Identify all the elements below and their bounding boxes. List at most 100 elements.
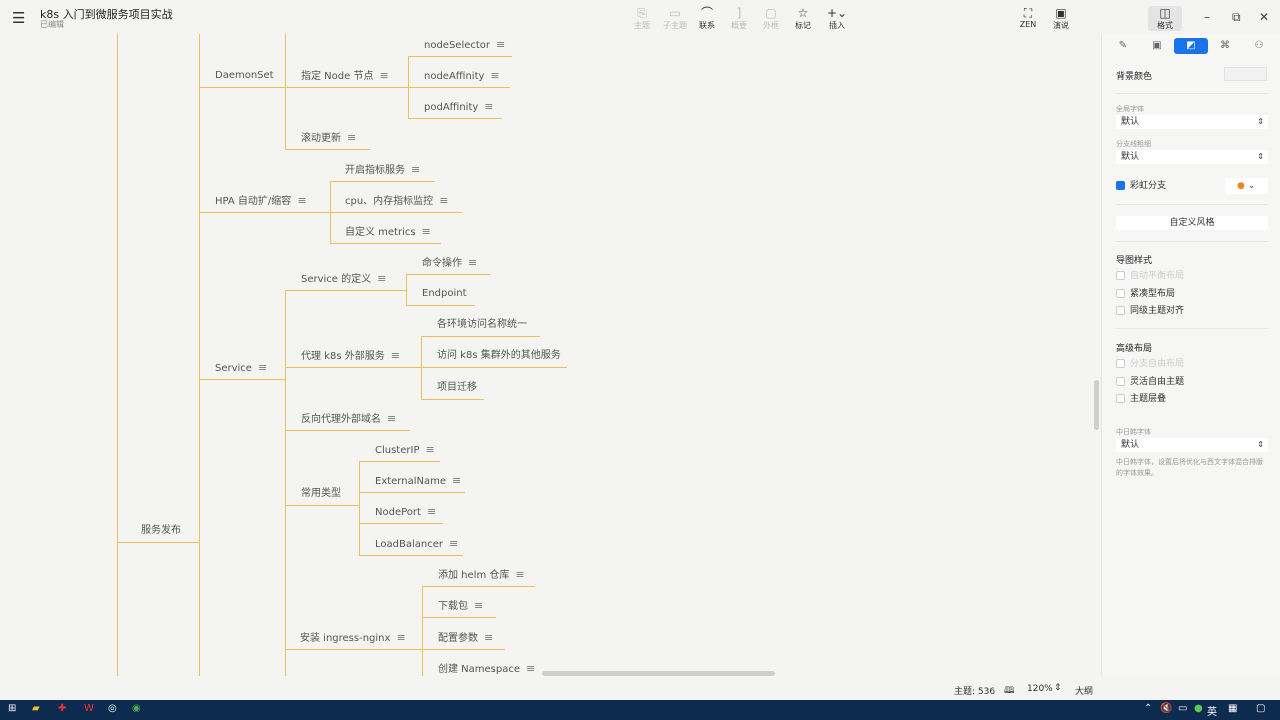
topic-node[interactable]: 项目迁移 — [421, 378, 484, 400]
branch-width-select[interactable]: 默认 ⇕ — [1116, 150, 1268, 164]
present-button[interactable]: ▣ 演说 — [1044, 6, 1078, 31]
chrome-icon[interactable]: ◉ — [132, 703, 141, 714]
topic-node[interactable]: 服务发布 — [117, 521, 199, 543]
note-icon[interactable]: ≡ — [396, 631, 405, 644]
note-icon[interactable]: ≡ — [526, 662, 535, 675]
wps-icon[interactable]: W — [84, 703, 94, 714]
topic-node[interactable]: DaemonSet — [199, 66, 285, 88]
input-language[interactable]: 英 — [1207, 703, 1217, 718]
topic-node[interactable]: 指定 Node 节点 ≡ — [285, 66, 408, 88]
topic-node[interactable]: 添加 helm 仓库 ≡ — [422, 565, 535, 587]
topic-node[interactable]: HPA 自动扩/缩容 ≡ — [199, 191, 330, 213]
topic-node[interactable]: Endpoint — [406, 284, 475, 306]
style-tab-icon[interactable]: ✎ — [1106, 38, 1140, 54]
zoom-level[interactable]: 120% — [1027, 684, 1053, 694]
topic-node[interactable]: ClusterIP ≡ — [359, 440, 440, 462]
topic-node[interactable]: NodePort ≡ — [359, 502, 443, 524]
app-tray-icon[interactable]: ● — [1194, 703, 1203, 714]
note-icon[interactable]: ≡ — [439, 194, 448, 207]
topic-node[interactable]: 访问 k8s 集群外的其他服务 — [421, 346, 567, 368]
note-icon[interactable]: ≡ — [411, 163, 420, 176]
topic-node[interactable]: 滚动更新 ≡ — [285, 128, 370, 150]
topic-button[interactable]: ⎘ 主题 — [625, 6, 659, 31]
tray-up-icon[interactable]: ⌃ — [1144, 703, 1152, 714]
topic-node[interactable]: Service 的定义 ≡ — [285, 269, 406, 291]
symbol-tab-icon[interactable]: ⌘ — [1208, 38, 1242, 54]
outline-button[interactable]: 大纲 — [1075, 684, 1093, 697]
windows-start-icon[interactable]: ⊞ — [8, 703, 16, 714]
cjk-font-select[interactable]: 默认 ⇕ — [1116, 438, 1268, 452]
keyboard-icon[interactable]: ▦ — [1228, 703, 1237, 714]
topic-node[interactable]: 各环境访问名称统一 — [421, 315, 540, 337]
compact-layout-checkbox[interactable]: 紧凑型布局 — [1116, 288, 1175, 300]
network-icon[interactable]: ▭ — [1178, 703, 1187, 714]
topic-node[interactable]: ExternalName ≡ — [359, 471, 465, 493]
note-icon[interactable]: ≡ — [391, 349, 400, 362]
note-icon[interactable]: ≡ — [425, 443, 434, 456]
zen-button[interactable]: ⛶ ZEN — [1011, 6, 1045, 29]
map-tab-icon[interactable]: ◩ — [1174, 38, 1208, 54]
auto-balance-checkbox[interactable]: 自动平衡布局 — [1116, 270, 1184, 282]
note-icon[interactable]: ≡ — [452, 474, 461, 487]
volume-muted-icon[interactable]: 🔇 — [1160, 703, 1172, 714]
topic-overlap-checkbox[interactable]: 主题层叠 — [1116, 393, 1166, 405]
topic-node[interactable]: nodeAffinity ≡ — [408, 66, 510, 88]
topic-node[interactable]: 代理 k8s 外部服务 ≡ — [285, 346, 421, 368]
marker-button[interactable]: ☆ 标记 — [786, 6, 820, 31]
relationship-button[interactable]: ⌒ 联系 — [690, 6, 724, 31]
note-icon[interactable]: ≡ — [490, 69, 499, 82]
custom-style-button[interactable]: 自定义风格 — [1116, 216, 1268, 230]
bg-color-swatch[interactable] — [1224, 67, 1267, 81]
note-icon[interactable]: ≡ — [484, 631, 493, 644]
topic-node[interactable]: 反向代理外部域名 ≡ — [285, 409, 410, 431]
subtopic-button[interactable]: ▭ 子主题 — [658, 6, 692, 31]
topic-node[interactable]: 下载包 ≡ — [422, 596, 496, 618]
rainbow-color-select[interactable]: ● ⌄ — [1225, 178, 1268, 194]
align-siblings-checkbox[interactable]: 同级主题对齐 — [1116, 305, 1184, 317]
file-explorer-icon[interactable]: ▰ — [32, 703, 40, 714]
mindmap-canvas[interactable]: 服务发布 DaemonSet 指定 Node 节点 ≡ nodeSelector ≡… — [0, 34, 1100, 676]
note-icon[interactable]: ≡ — [422, 225, 431, 238]
insert-button[interactable]: +⌄ 插入 — [820, 6, 854, 31]
topic-node[interactable]: podAffinity ≡ — [408, 97, 502, 119]
menu-icon[interactable]: ☰ — [12, 9, 25, 27]
topic-node[interactable]: 命令操作 ≡ — [406, 253, 490, 275]
topic-node[interactable]: LoadBalancer ≡ — [359, 534, 463, 556]
zoom-stepper-icon[interactable]: ⇕ — [1054, 683, 1062, 693]
notification-icon[interactable]: ▢ — [1256, 703, 1265, 714]
summary-button[interactable]: ] 概要 — [722, 6, 756, 31]
note-icon[interactable]: ≡ — [484, 100, 493, 113]
note-icon[interactable]: ≡ — [379, 69, 388, 82]
rainbow-branch-checkbox[interactable]: 彩虹分支 — [1116, 180, 1166, 192]
topic-node[interactable]: 配置参数 ≡ — [422, 628, 505, 650]
vertical-scrollbar[interactable] — [1094, 380, 1099, 430]
theme-tab-icon[interactable]: ⚇ — [1242, 38, 1276, 54]
canvas-tab-icon[interactable]: ▣ — [1140, 38, 1174, 54]
note-icon[interactable]: ≡ — [377, 272, 386, 285]
note-icon[interactable]: ≡ — [258, 361, 267, 374]
note-icon[interactable]: ≡ — [449, 537, 458, 550]
topic-node[interactable]: cpu、内存指标监控 ≡ — [330, 191, 462, 213]
close-button[interactable]: ✕ — [1259, 10, 1269, 24]
topic-node[interactable]: 开启指标服务 ≡ — [330, 160, 435, 182]
floating-topic-checkbox[interactable]: 灵活自由主题 — [1116, 376, 1184, 388]
book-icon[interactable]: 🕮 — [1004, 683, 1015, 699]
format-button[interactable]: ◫ 格式 — [1148, 6, 1182, 31]
app-icon[interactable]: ◎ — [108, 703, 117, 714]
minimize-button[interactable]: – — [1204, 10, 1210, 24]
note-icon[interactable]: ≡ — [387, 412, 396, 425]
topic-node[interactable]: Service ≡ — [199, 358, 285, 380]
note-icon[interactable]: ≡ — [515, 568, 524, 581]
note-icon[interactable]: ≡ — [347, 131, 356, 144]
free-branch-checkbox[interactable]: 分支自由布局 — [1116, 358, 1184, 370]
note-icon[interactable]: ≡ — [468, 256, 477, 269]
topic-node[interactable]: 常用类型 — [285, 484, 359, 506]
topic-node[interactable]: nodeSelector ≡ — [408, 35, 512, 57]
app-icon[interactable]: ✚ — [58, 703, 66, 714]
topic-node[interactable]: 自定义 metrics ≡ — [330, 222, 441, 244]
note-icon[interactable]: ≡ — [496, 38, 505, 51]
boundary-button[interactable]: ▢ 外框 — [754, 6, 788, 31]
topic-node[interactable]: 安装 ingress-nginx ≡ — [285, 628, 422, 650]
note-icon[interactable]: ≡ — [474, 599, 483, 612]
note-icon[interactable]: ≡ — [297, 194, 306, 207]
